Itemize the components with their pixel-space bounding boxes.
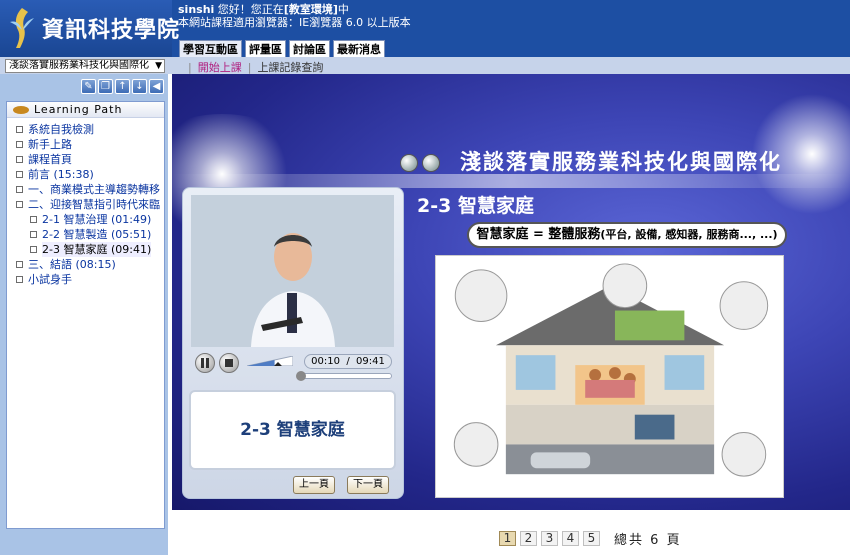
eye-icon bbox=[13, 106, 29, 114]
edit-icon[interactable]: ✎ bbox=[81, 79, 96, 94]
logo-text: 資訊科技學院 bbox=[42, 18, 181, 43]
user-name: sinshi bbox=[178, 3, 215, 16]
tree-subitem-selected[interactable]: 2-3 智慧家庭 (09:41) bbox=[16, 242, 164, 257]
sub-links: | 開始上課 | 上課記錄查詢 bbox=[182, 59, 323, 75]
stop-icon bbox=[225, 359, 233, 367]
learning-path-title: Learning Path bbox=[34, 103, 123, 116]
checkbox-icon bbox=[30, 216, 37, 223]
slide-title: 淺談落實服務業科技化與國際化 bbox=[460, 150, 782, 174]
divider: | bbox=[247, 61, 252, 74]
volume-slider[interactable] bbox=[247, 356, 293, 366]
tab-learning-interaction[interactable]: 學習互動區 bbox=[179, 40, 242, 57]
player-controls: 00:10 / 09:41 bbox=[191, 351, 394, 385]
checkbox-icon bbox=[16, 141, 23, 148]
tree-subitem[interactable]: 2-2 智慧製造 (05:51) bbox=[16, 227, 164, 242]
current-time: 00:10 bbox=[311, 356, 340, 367]
browser-notice: 本網站課程適用瀏覽器：IE瀏覽器 6.0 以上版本 bbox=[178, 16, 411, 29]
dropdown-arrow-icon: ▼ bbox=[155, 61, 162, 71]
divider: | bbox=[188, 61, 192, 74]
time-display: 00:10 / 09:41 bbox=[304, 354, 392, 369]
environment-label: [教室環境] bbox=[283, 3, 338, 16]
checkbox-icon bbox=[30, 231, 37, 238]
tree-item[interactable]: 前言 (15:38) bbox=[16, 167, 164, 182]
back-icon[interactable]: ◀ bbox=[149, 79, 164, 94]
greeting-mid: 您好！您正在 bbox=[214, 3, 284, 16]
tree-item[interactable]: 一、商業模式主導趨勢轉移 bbox=[16, 182, 164, 197]
tree-item[interactable]: 系統自我檢測 bbox=[16, 122, 164, 137]
logo: 資訊科技學院 bbox=[0, 0, 179, 57]
bird-logo-icon bbox=[10, 8, 34, 48]
next-page-button[interactable]: 下一頁 bbox=[347, 476, 389, 494]
tree-item[interactable]: 三、結語 (08:15) bbox=[16, 257, 164, 272]
greeting-end: 中 bbox=[337, 3, 349, 16]
course-select-value: 淺談落實服務業科技化與國際化 bbox=[9, 60, 149, 71]
smart-home-illustration bbox=[435, 255, 784, 498]
course-select[interactable]: 淺談落實服務業科技化與國際化 ▼ bbox=[5, 59, 165, 73]
tab-assessment[interactable]: 評量區 bbox=[245, 40, 286, 57]
tree-item[interactable]: 新手上路 bbox=[16, 137, 164, 152]
formula-detail: (平台, 設備, 感知器, 服務商..., ...) bbox=[600, 228, 778, 241]
learning-path-panel: Learning Path 系統自我檢測 新手上路 課程首頁 前言 (15:38… bbox=[6, 101, 165, 529]
page-5-button[interactable]: 5 bbox=[583, 531, 600, 546]
decor-balls bbox=[400, 154, 440, 172]
checkbox-icon bbox=[16, 201, 23, 208]
time-separator: / bbox=[346, 356, 350, 367]
tab-discussion[interactable]: 討論區 bbox=[289, 40, 330, 57]
checkbox-icon bbox=[16, 261, 23, 268]
page-4-button[interactable]: 4 bbox=[562, 531, 579, 546]
page-total: 總共 6 頁 bbox=[614, 529, 682, 548]
pager: 1 2 3 4 5 總共 6 頁 bbox=[499, 529, 682, 548]
tree-item[interactable]: 課程首頁 bbox=[16, 152, 164, 167]
pause-button[interactable] bbox=[195, 353, 215, 373]
page-total-prefix: 總共 bbox=[614, 533, 645, 548]
page-2-button[interactable]: 2 bbox=[520, 531, 537, 546]
learning-path-tree: 系統自我檢測 新手上路 課程首頁 前言 (15:38) 一、商業模式主導趨勢轉移… bbox=[7, 118, 164, 287]
progress-track[interactable] bbox=[295, 371, 392, 381]
formula-main: 智慧家庭 = 整體服務 bbox=[476, 227, 601, 242]
page-total-count: 6 bbox=[650, 533, 661, 548]
video-frame[interactable] bbox=[191, 195, 394, 347]
checkbox-icon bbox=[16, 186, 23, 193]
ball-icon bbox=[400, 154, 418, 172]
learning-path-header: Learning Path bbox=[7, 102, 164, 118]
progress-handle[interactable] bbox=[295, 371, 306, 381]
checkbox-icon bbox=[16, 276, 23, 283]
ball-icon bbox=[422, 154, 440, 172]
page-1-button[interactable]: 1 bbox=[499, 531, 516, 546]
header: 資訊科技學院 sinshi 您好！您正在[教室環境]中 本網站課程適用瀏覽器：I… bbox=[0, 0, 850, 57]
sidebar: ✎ ❐ ↑ ↓ ◀ Learning Path 系統自我檢測 新手上路 課程首頁… bbox=[0, 74, 168, 555]
main-tabs: 學習互動區 評量區 討論區 最新消息 bbox=[179, 40, 385, 57]
page-3-button[interactable]: 3 bbox=[541, 531, 558, 546]
tree-subitem[interactable]: 2-1 智慧治理 (01:49) bbox=[16, 212, 164, 227]
section-title: 2-3 智慧家庭 bbox=[417, 195, 534, 217]
down-arrow-icon[interactable]: ↓ bbox=[132, 79, 147, 94]
greeting: sinshi 您好！您正在[教室環境]中 本網站課程適用瀏覽器：IE瀏覽器 6.… bbox=[178, 3, 411, 29]
slide-caption: 2-3 智慧家庭 bbox=[189, 390, 396, 470]
checkbox-icon bbox=[16, 156, 23, 163]
lecturer-figure bbox=[191, 195, 394, 347]
content-stage: 淺談落實服務業科技化與國際化 2-3 智慧家庭 智慧家庭 = 整體服務(平台, … bbox=[172, 74, 850, 555]
stop-button[interactable] bbox=[219, 353, 239, 373]
class-record-link[interactable]: 上課記錄查詢 bbox=[257, 61, 323, 74]
tree-item[interactable]: 二、迎接智慧指引時代來臨 bbox=[16, 197, 164, 212]
total-time: 09:41 bbox=[356, 356, 385, 367]
checkbox-icon bbox=[16, 171, 23, 178]
checkbox-icon bbox=[30, 246, 37, 253]
start-class-link[interactable]: 開始上課 bbox=[198, 61, 242, 74]
tab-news[interactable]: 最新消息 bbox=[333, 40, 385, 57]
up-arrow-icon[interactable]: ↑ bbox=[115, 79, 130, 94]
lecture-slide: 淺談落實服務業科技化與國際化 2-3 智慧家庭 智慧家庭 = 整體服務(平台, … bbox=[172, 74, 850, 510]
formula-box: 智慧家庭 = 整體服務(平台, 設備, 感知器, 服務商..., ...) bbox=[467, 222, 787, 248]
copy-icon[interactable]: ❐ bbox=[98, 79, 113, 94]
prev-page-button[interactable]: 上一頁 bbox=[293, 476, 335, 494]
page-total-suffix: 頁 bbox=[666, 533, 682, 548]
pause-icon bbox=[201, 358, 209, 368]
tree-item[interactable]: 小試身手 bbox=[16, 272, 164, 287]
sub-toolbar: 淺談落實服務業科技化與國際化 ▼ | 開始上課 | 上課記錄查詢 bbox=[0, 57, 850, 74]
sidebar-toolbar: ✎ ❐ ↑ ↓ ◀ bbox=[81, 79, 164, 94]
video-player: 00:10 / 09:41 2-3 智慧家庭 上一頁 下一頁 bbox=[182, 187, 404, 499]
checkbox-icon bbox=[16, 126, 23, 133]
